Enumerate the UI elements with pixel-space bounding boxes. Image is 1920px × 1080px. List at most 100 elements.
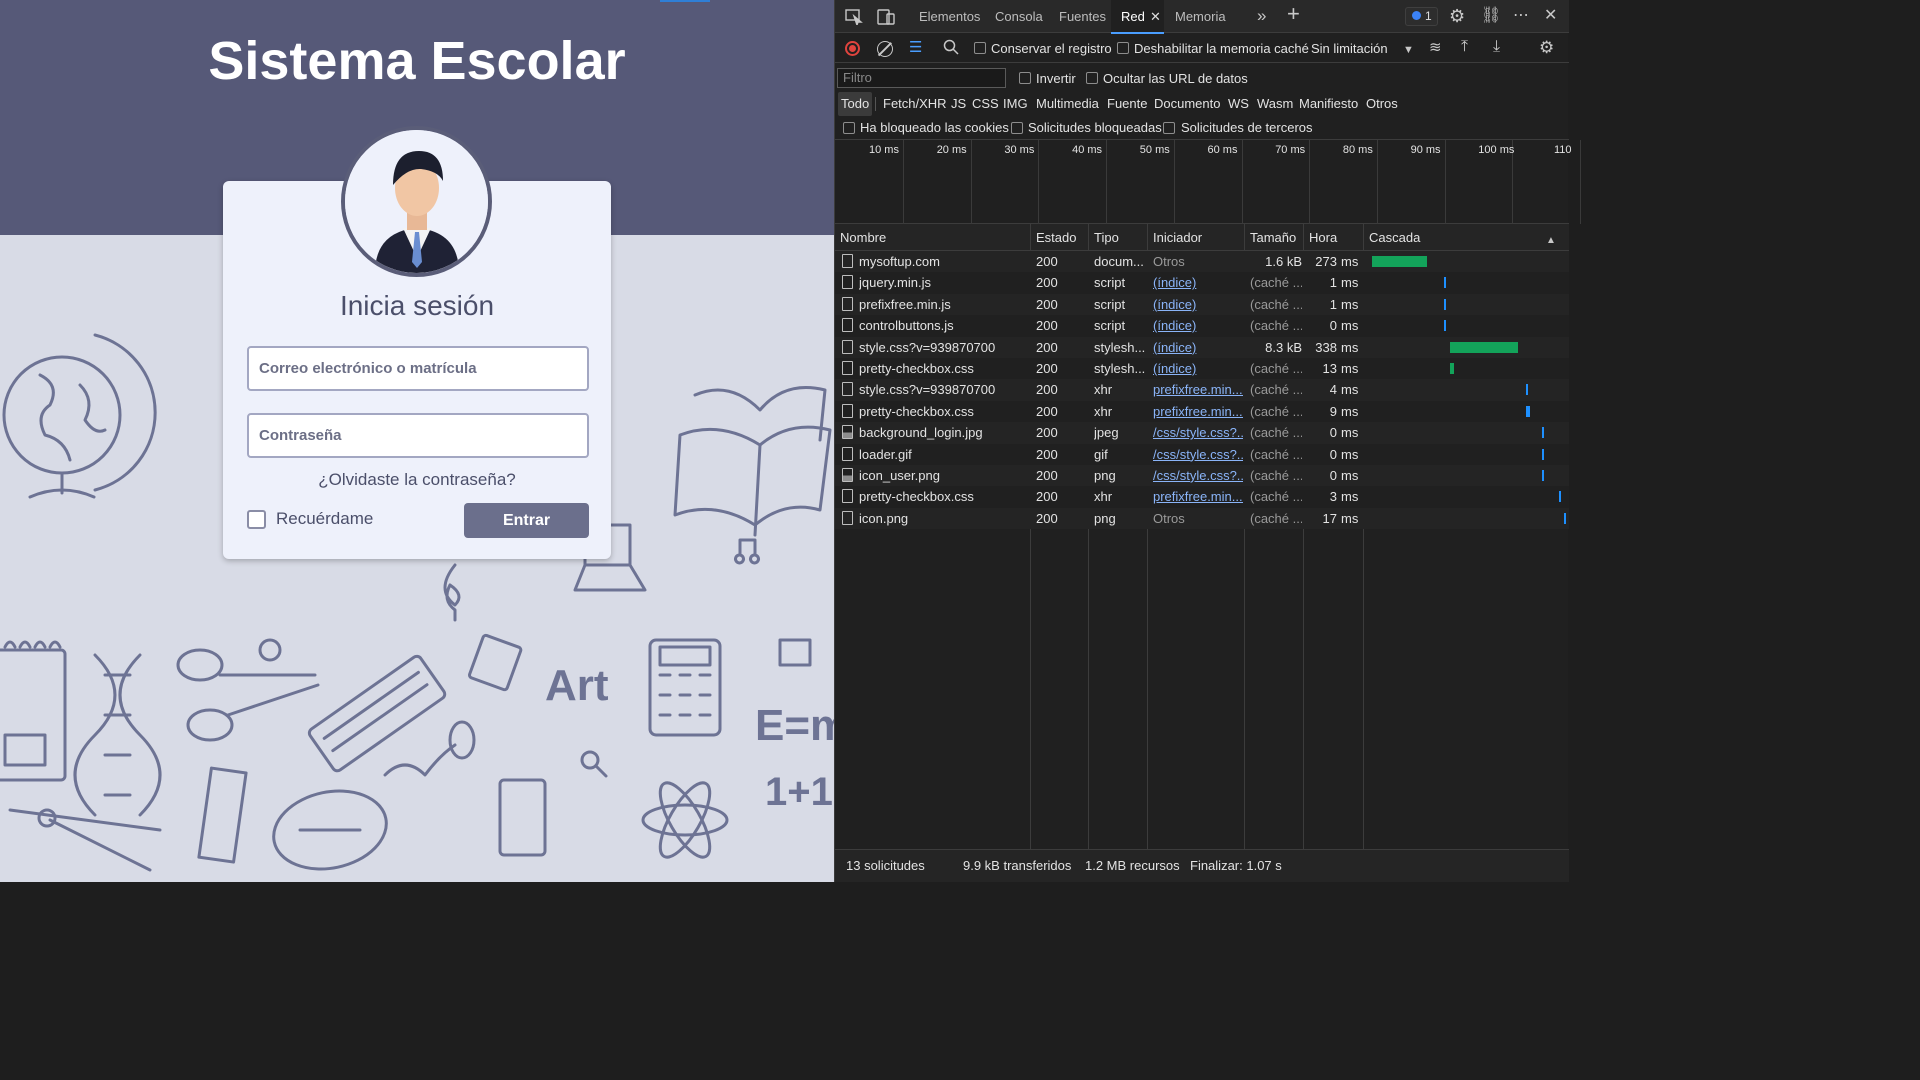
- table-row[interactable]: pretty-checkbox.css 200 xhr prefixfree.min.…: [835, 400, 1569, 423]
- table-row[interactable]: icon.png 200 png Otros (caché ... 17 ms: [835, 507, 1569, 530]
- dna-icon: [73, 653, 162, 817]
- table-row[interactable]: loader.gif 200 gif/css/style.css?... (caché…: [835, 443, 1569, 465]
- preserve-log-checkbox[interactable]: [974, 42, 986, 54]
- table-row[interactable]: icon_user.png 200 png/css/style.css?... (ca…: [835, 464, 1569, 487]
- table-row[interactable]: style.css?v=939870700 200 stylesh... (índic…: [835, 336, 1569, 358]
- type-filter-media[interactable]: Multimedia: [1036, 92, 1099, 116]
- more-options-icon[interactable]: ⋯: [1513, 8, 1529, 24]
- request-initiator[interactable]: (índice): [1153, 358, 1243, 379]
- table-row[interactable]: prefixfree.min.js 200 script (índice) (caché…: [835, 293, 1569, 316]
- network-conditions-icon[interactable]: ≋: [1429, 40, 1442, 56]
- tab-elements[interactable]: Elementos: [909, 0, 981, 33]
- network-settings-gear-icon[interactable]: ⚙: [1539, 39, 1554, 56]
- request-name: style.css?v=939870700: [859, 339, 996, 355]
- export-har-icon[interactable]: ⤓: [1493, 39, 1500, 55]
- import-har-icon[interactable]: ⤒: [1461, 39, 1468, 55]
- column-size[interactable]: Tamaño: [1245, 224, 1296, 251]
- add-tab-icon[interactable]: +: [1287, 3, 1300, 25]
- blocked-requests-checkbox[interactable]: [1011, 122, 1023, 134]
- type-filter-all[interactable]: Todo: [838, 92, 873, 116]
- filter-icon[interactable]: ☰: [909, 40, 922, 56]
- invert-checkbox[interactable]: [1019, 72, 1031, 84]
- tab-network[interactable]: Red ✕: [1111, 0, 1164, 34]
- settings-gear-icon[interactable]: ⚙: [1449, 7, 1465, 25]
- table-row[interactable]: jquery.min.js 200 script (índice) (caché ...…: [835, 272, 1569, 294]
- column-waterfall[interactable]: Cascada: [1364, 224, 1420, 251]
- type-filter-font[interactable]: Fuente: [1107, 92, 1147, 116]
- type-filter-css[interactable]: CSS: [972, 92, 999, 116]
- type-filter-manifest[interactable]: Manifiesto: [1299, 92, 1358, 116]
- request-type: png: [1094, 510, 1116, 526]
- request-type: jpeg: [1094, 425, 1119, 441]
- close-tab-icon[interactable]: ✕: [1150, 0, 1161, 33]
- type-filter-img[interactable]: IMG: [1003, 92, 1028, 116]
- connections-icon[interactable]: ⛓: [1481, 8, 1501, 24]
- request-initiator[interactable]: /css/style.css?...: [1153, 422, 1243, 443]
- request-time: 338: [1315, 339, 1337, 355]
- type-filter-wasm[interactable]: Wasm: [1257, 92, 1293, 116]
- request-initiator[interactable]: (índice): [1153, 337, 1243, 358]
- request-name: mysoftup.com: [859, 254, 940, 269]
- close-devtools-icon[interactable]: ✕: [1544, 8, 1557, 24]
- device-toolbar-icon[interactable]: [877, 9, 895, 29]
- table-row[interactable]: style.css?v=939870700 200 xhr prefixfree.mi…: [835, 379, 1569, 401]
- request-initiator[interactable]: (índice): [1153, 315, 1243, 336]
- remember-checkbox[interactable]: [247, 510, 266, 529]
- doodle-emc-text: E=m: [755, 701, 834, 750]
- type-filter-ws[interactable]: WS: [1228, 92, 1249, 116]
- blocked-cookies-checkbox[interactable]: [843, 122, 855, 134]
- tab-memory[interactable]: Memoria: [1165, 0, 1235, 33]
- request-initiator[interactable]: (índice): [1153, 294, 1243, 315]
- column-time[interactable]: Hora: [1304, 224, 1337, 251]
- tab-console[interactable]: Consola: [985, 0, 1045, 33]
- request-time: 1: [1329, 296, 1337, 312]
- disable-cache-checkbox[interactable]: [1117, 42, 1129, 54]
- timeline-gridline: [1038, 140, 1040, 224]
- request-time-unit: ms: [1341, 318, 1359, 334]
- column-status[interactable]: Estado: [1031, 224, 1076, 251]
- table-row[interactable]: pretty-checkbox.css 200 stylesh... (índice)…: [835, 357, 1569, 380]
- clear-icon[interactable]: [877, 41, 893, 57]
- more-tabs-icon[interactable]: »: [1257, 7, 1266, 24]
- table-row[interactable]: mysoftup.com 200 docum... Otros 1.6 kB 273 ms: [835, 251, 1569, 273]
- request-initiator[interactable]: (índice): [1153, 272, 1243, 293]
- type-filter-doc[interactable]: Documento: [1154, 92, 1220, 116]
- filter-input[interactable]: Filtro: [837, 68, 1006, 88]
- type-filter-other[interactable]: Otros: [1366, 92, 1398, 116]
- throttling-select[interactable]: Sin limitación: [1311, 41, 1388, 56]
- sort-ascending-icon[interactable]: ▲: [1546, 233, 1556, 249]
- inspect-element-icon[interactable]: [845, 9, 863, 29]
- waterfall-bar: [1541, 427, 1544, 439]
- column-name[interactable]: Nombre: [835, 224, 886, 251]
- network-overview-timeline[interactable]: 10 ms 20 ms 30 ms 40 ms 50 ms 60 ms 70 ms 80 ms…: [835, 140, 1581, 224]
- column-initiator[interactable]: Iniciador: [1148, 224, 1202, 251]
- search-icon[interactable]: [943, 39, 959, 59]
- issues-badge[interactable]: 1: [1405, 7, 1438, 26]
- request-size: (caché ...: [1250, 510, 1302, 526]
- type-filter-js[interactable]: JS: [951, 92, 966, 116]
- table-row[interactable]: pretty-checkbox.css 200 xhr prefixfree.min.…: [835, 486, 1569, 508]
- request-initiator[interactable]: prefixfree.min....: [1153, 379, 1243, 400]
- forgot-password-link[interactable]: ¿Olvidaste la contraseña?: [223, 470, 611, 490]
- column-type[interactable]: Tipo: [1089, 224, 1119, 251]
- request-initiator[interactable]: prefixfree.min....: [1153, 401, 1243, 422]
- chevron-down-icon[interactable]: ▼: [1403, 42, 1414, 58]
- table-row[interactable]: controlbuttons.js 200 script (índice) (caché…: [835, 315, 1569, 337]
- timeline-tick-label: 50 ms: [1139, 144, 1170, 156]
- password-field[interactable]: Contraseña: [247, 413, 589, 458]
- request-status: 200: [1036, 382, 1058, 398]
- table-row[interactable]: background_login.jpg 200 jpeg/css/style.cs…: [835, 422, 1569, 444]
- calculator-icon: [648, 638, 722, 737]
- email-field[interactable]: Correo electrónico o matrícula: [247, 346, 589, 391]
- hide-data-urls-checkbox[interactable]: [1086, 72, 1098, 84]
- doc-icon: [842, 446, 853, 461]
- type-filter-fetch[interactable]: Fetch/XHR: [883, 92, 947, 116]
- tab-sources[interactable]: Fuentes: [1049, 0, 1111, 33]
- timeline-tick-label: 60 ms: [1207, 144, 1238, 156]
- request-initiator[interactable]: /css/style.css?...: [1153, 465, 1243, 486]
- third-party-checkbox[interactable]: [1163, 122, 1175, 134]
- record-icon[interactable]: [845, 41, 860, 56]
- submit-button[interactable]: Entrar: [464, 503, 589, 538]
- request-initiator[interactable]: /css/style.css?...: [1153, 444, 1243, 465]
- request-initiator[interactable]: prefixfree.min....: [1153, 486, 1243, 507]
